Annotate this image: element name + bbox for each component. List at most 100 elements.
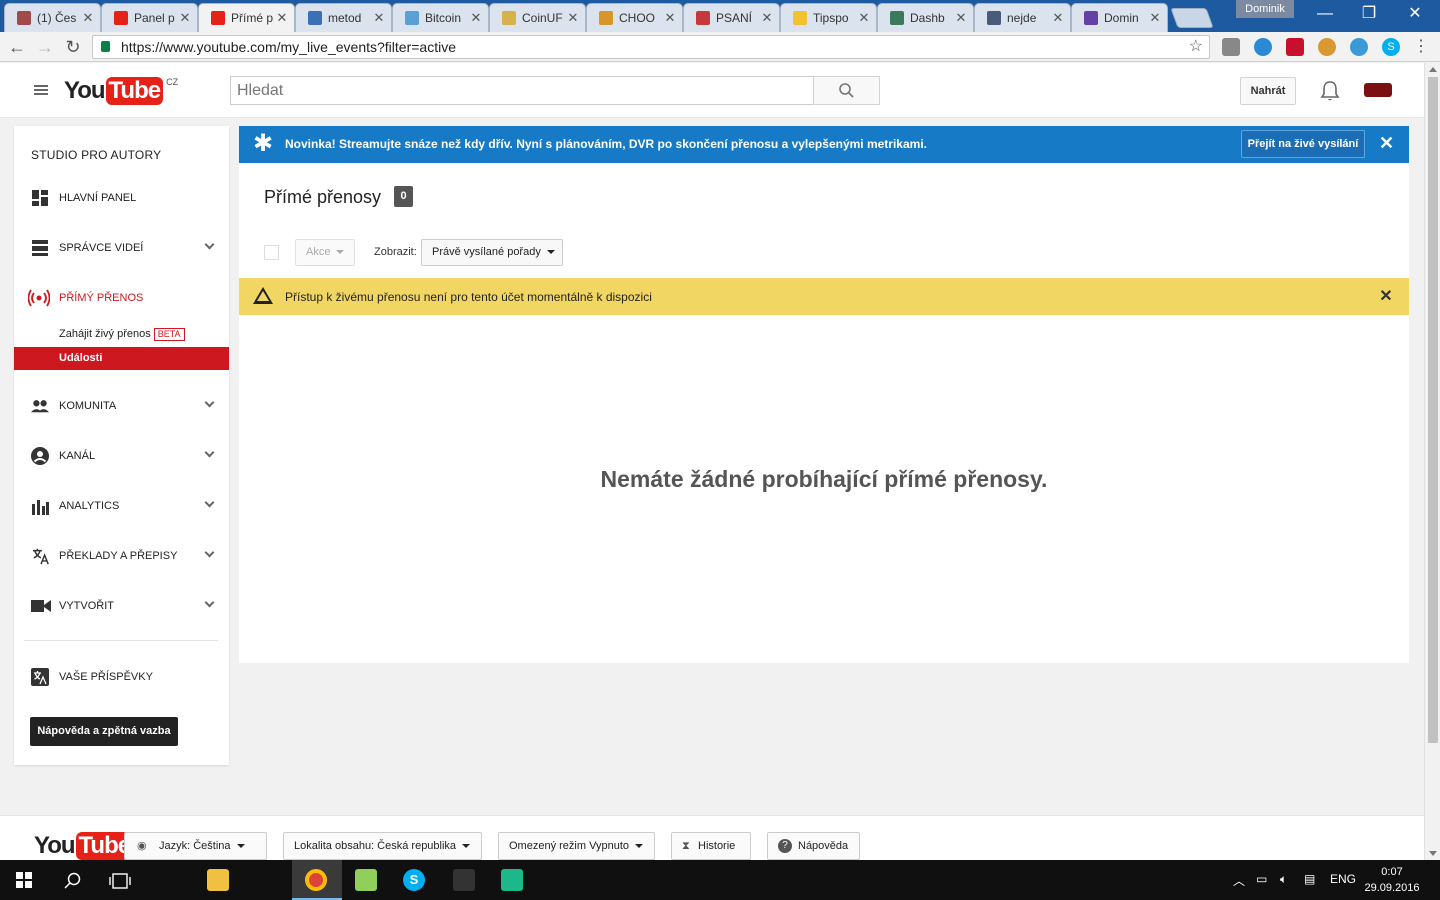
extension-mail-icon[interactable] <box>1222 38 1240 56</box>
upload-button[interactable]: Nahrát <box>1240 77 1296 105</box>
scroll-down-arrow-icon[interactable] <box>1429 851 1437 856</box>
minimize-button[interactable]: — <box>1302 0 1348 28</box>
extension-globe-icon[interactable] <box>1254 38 1272 56</box>
close-icon[interactable]: ✕ <box>1379 133 1394 154</box>
browser-tab[interactable]: Tipspo ✕ <box>780 3 877 32</box>
footer-youtube-logo[interactable]: You Tube <box>34 832 134 860</box>
close-window-button[interactable]: ✕ <box>1392 0 1438 28</box>
menu-dots-icon[interactable]: ⋮ <box>1410 36 1432 58</box>
browser-tab[interactable]: (1) Čes ✕ <box>4 3 101 32</box>
tab-close-icon[interactable]: ✕ <box>1052 10 1064 26</box>
browser-tab[interactable]: Domin ✕ <box>1071 3 1168 32</box>
tray-message-icon[interactable]: ▤ <box>1304 872 1315 886</box>
tab-close-icon[interactable]: ✕ <box>761 10 773 26</box>
tab-close-icon[interactable]: ✕ <box>276 10 288 26</box>
chevron-down-icon[interactable] <box>204 497 215 508</box>
taskbar-skype[interactable]: S <box>390 860 438 900</box>
history-button[interactable]: ⧗ Historie <box>671 832 751 860</box>
back-arrow-icon[interactable]: ← <box>6 36 28 58</box>
tab-close-icon[interactable]: ✕ <box>179 10 191 26</box>
tray-network-icon[interactable]: ▭ <box>1256 872 1267 886</box>
browser-tab[interactable]: Bitcoin ✕ <box>392 3 489 32</box>
sidebar-item-live[interactable]: PŘÍMÝ PŘENOS <box>14 278 229 318</box>
scrollbar-thumb[interactable] <box>1428 77 1438 743</box>
sidebar-item-dashboard[interactable]: HLAVNÍ PANEL <box>14 178 229 218</box>
sidebar-item-create[interactable]: VYTVOŘIT <box>14 586 229 626</box>
taskbar-clock[interactable]: 0:07 29.09.2016 <box>1360 864 1424 896</box>
browser-tab[interactable]: Dashb ✕ <box>877 3 974 32</box>
browser-tab[interactable]: PSANÍ ✕ <box>683 3 780 32</box>
location-button[interactable]: Lokalita obsahu: Česká republika <box>283 832 482 860</box>
sidebar-item-community[interactable]: KOMUNITA <box>14 386 229 426</box>
task-view-button[interactable] <box>96 860 144 900</box>
extension-skype-icon[interactable]: S <box>1382 38 1400 56</box>
profile-button[interactable]: Dominik <box>1236 0 1294 18</box>
sidebar-item-video-manager[interactable]: SPRÁVCE VIDEÍ <box>14 228 229 268</box>
search-taskbar-button[interactable] <box>48 860 96 900</box>
new-tab-button[interactable] <box>1170 8 1214 28</box>
filter-dropdown[interactable]: Právě vysílané pořady <box>421 239 563 266</box>
close-icon[interactable]: ✕ <box>1379 286 1393 306</box>
reload-icon[interactable]: ↻ <box>62 36 84 58</box>
tab-close-icon[interactable]: ✕ <box>373 10 385 26</box>
tab-close-icon[interactable]: ✕ <box>567 10 579 26</box>
maximize-button[interactable]: ❐ <box>1346 0 1392 28</box>
sidebar-item-translations[interactable]: PŘEKLADY A PŘEPISY <box>14 536 229 576</box>
start-button[interactable] <box>0 860 48 900</box>
select-all-checkbox[interactable] <box>264 245 279 260</box>
tab-close-icon[interactable]: ✕ <box>1149 10 1161 26</box>
taskbar-app-chat[interactable] <box>488 860 536 900</box>
browser-tab[interactable]: CoinUF ✕ <box>489 3 586 32</box>
tab-close-icon[interactable]: ✕ <box>470 10 482 26</box>
avatar[interactable] <box>1364 83 1392 97</box>
scroll-up-arrow-icon[interactable] <box>1429 67 1437 72</box>
help-feedback-button[interactable]: Nápověda a zpětná vazba <box>30 717 178 746</box>
chevron-down-icon[interactable] <box>204 239 215 250</box>
notification-bell-icon[interactable] <box>1320 80 1340 102</box>
tray-chevron-up-icon[interactable]: ︿ <box>1233 872 1245 889</box>
tab-favicon-icon <box>211 11 225 25</box>
taskbar-notes-app[interactable] <box>342 860 390 900</box>
tray-volume-icon[interactable]: 🔈︎ <box>1280 872 1287 887</box>
browser-tab[interactable]: Panel p ✕ <box>101 3 198 32</box>
notes-icon <box>355 869 377 891</box>
page-scrollbar[interactable] <box>1424 63 1440 860</box>
extension-cookie-icon[interactable] <box>1318 38 1336 56</box>
go-live-button[interactable]: Přejít na živé vysílání <box>1241 130 1365 158</box>
tab-close-icon[interactable]: ✕ <box>955 10 967 26</box>
caret-down-icon <box>546 250 555 255</box>
sidebar-subitem-start-live[interactable]: Zahájit živý přenos BETA <box>14 323 229 346</box>
hamburger-menu-icon[interactable] <box>34 85 48 95</box>
restricted-mode-button[interactable]: Omezený režim Vypnuto <box>498 832 655 860</box>
sidebar-item-contributions[interactable]: VAŠE PŘÍSPĚVKY <box>14 657 229 697</box>
browser-tab[interactable]: CHOO ✕ <box>586 3 683 32</box>
bookmark-star-icon[interactable]: ☆ <box>1189 36 1203 58</box>
chevron-down-icon[interactable] <box>204 547 215 558</box>
address-bar[interactable]: https://www.youtube.com/my_live_events?f… <box>92 35 1210 59</box>
chevron-down-icon[interactable] <box>204 447 215 458</box>
tray-language[interactable]: ENG <box>1330 872 1356 886</box>
tab-close-icon[interactable]: ✕ <box>858 10 870 26</box>
actions-dropdown[interactable]: Akce <box>295 239 355 266</box>
extension-pay-icon[interactable] <box>1350 38 1368 56</box>
language-button[interactable]: ◉ Jazyk: Čeština <box>124 832 267 860</box>
search-input[interactable] <box>230 76 814 105</box>
forward-arrow-icon[interactable]: → <box>34 36 56 58</box>
tab-close-icon[interactable]: ✕ <box>82 10 94 26</box>
sidebar-item-analytics[interactable]: ANALYTICS <box>14 486 229 526</box>
browser-tab[interactable]: nejde ✕ <box>974 3 1071 32</box>
browser-tab[interactable]: Přímé p ✕ <box>198 3 295 32</box>
browser-tab[interactable]: metod ✕ <box>295 3 392 32</box>
sidebar-subitem-events[interactable]: Události <box>14 347 229 370</box>
taskbar-file-explorer[interactable] <box>194 860 242 900</box>
help-button[interactable]: ? Nápověda <box>767 832 860 860</box>
extension-uk-flag-icon[interactable] <box>1286 38 1304 56</box>
chevron-down-icon[interactable] <box>204 397 215 408</box>
sidebar-item-channel[interactable]: KANÁL <box>14 436 229 476</box>
youtube-logo[interactable]: You Tube CZ <box>64 77 178 105</box>
tab-close-icon[interactable]: ✕ <box>664 10 676 26</box>
taskbar-chrome[interactable] <box>292 860 342 900</box>
chevron-down-icon[interactable] <box>204 597 215 608</box>
search-button[interactable] <box>813 76 880 105</box>
taskbar-app-swirl[interactable] <box>440 860 488 900</box>
